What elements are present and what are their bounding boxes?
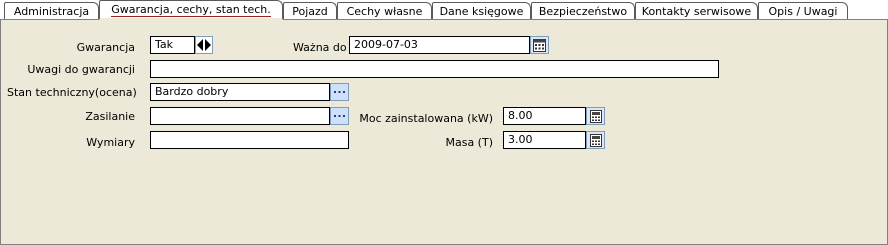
tab-label: Cechy własne (346, 5, 423, 18)
ellipsis-icon[interactable] (330, 107, 349, 125)
tab-kontakty-serwisowe[interactable]: Kontakty serwisowe (635, 2, 758, 19)
tab-opis-uwagi[interactable]: Opis / Uwagi (758, 2, 848, 19)
tab-label: Pojazd (292, 5, 328, 18)
masa-label: Masa (T) (445, 136, 493, 149)
masa-field[interactable]: 3.00 (503, 131, 586, 149)
tab-label: Kontakty serwisowe (641, 5, 752, 18)
calculator-icon[interactable] (586, 131, 605, 149)
tab-label: Administracja (13, 5, 90, 18)
tab-label: Opis / Uwagi (768, 5, 838, 18)
tab-panel: Gwarancja Tak Ważna do 2009-07-03 Uwagi … (0, 19, 888, 245)
uwagi-field[interactable] (150, 60, 719, 78)
moc-field[interactable]: 8.00 (503, 107, 586, 125)
stan-field[interactable]: Bardzo dobry (150, 83, 330, 101)
tab-cechy-wlasne[interactable]: Cechy własne (337, 2, 432, 19)
gwarancja-field[interactable]: Tak (150, 36, 195, 54)
wymiary-field[interactable] (150, 131, 349, 149)
stan-label: Stan techniczny(ocena) (7, 86, 137, 99)
tab-strip: Administracja Pojazd Cechy własne Dane k… (0, 0, 888, 20)
tab-pojazd[interactable]: Pojazd (283, 2, 337, 19)
zasilanie-label: Zasilanie (85, 110, 135, 123)
gwarancja-label: Gwarancja (76, 41, 135, 54)
wymiary-label: Wymiary (86, 136, 135, 149)
tab-gwarancja[interactable]: Gwarancja, cechy, stan tech. (99, 0, 283, 20)
tab-bezpieczenstwo[interactable]: Bezpieczeństwo (531, 2, 635, 19)
spin-arrows-icon[interactable] (195, 36, 213, 54)
uwagi-label: Uwagi do gwarancji (27, 63, 135, 76)
tab-label: Dane księgowe (439, 5, 524, 18)
calendar-icon[interactable] (530, 36, 549, 54)
wazna-do-label: Ważna do (293, 41, 347, 54)
tab-label: Gwarancja, cechy, stan tech. (111, 3, 271, 17)
tab-administracja[interactable]: Administracja (4, 2, 99, 19)
tab-dane-ksiegowe[interactable]: Dane księgowe (432, 2, 531, 19)
zasilanie-field[interactable] (150, 107, 330, 125)
moc-label: Moc zainstalowana (kW) (359, 112, 493, 125)
wazna-do-field[interactable]: 2009-07-03 (349, 36, 530, 54)
tab-label: Bezpieczeństwo (538, 5, 628, 18)
ellipsis-icon[interactable] (330, 83, 349, 101)
calculator-icon[interactable] (586, 107, 605, 125)
